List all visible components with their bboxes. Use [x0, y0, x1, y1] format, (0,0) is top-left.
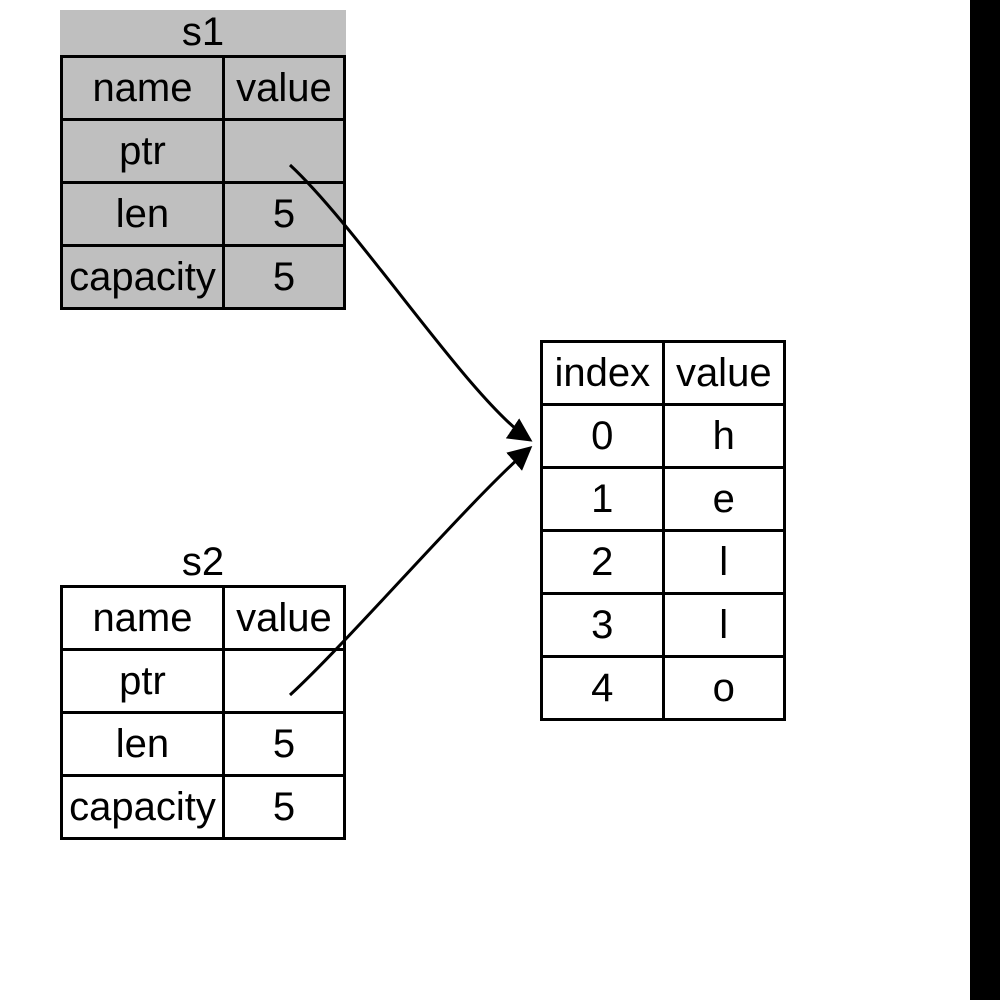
table-row: capacity 5 — [62, 246, 345, 309]
table-row: index value — [542, 342, 785, 405]
header-name: name — [62, 57, 224, 120]
struct-s2: s2 name value ptr len 5 capacity 5 — [60, 540, 346, 840]
header-value: value — [663, 342, 785, 405]
cell-index: 4 — [542, 657, 664, 720]
heap-table: index value 0 h 1 e 2 l 3 l 4 o — [540, 340, 786, 721]
cell-value: 5 — [223, 713, 344, 776]
right-black-bar — [970, 0, 1000, 1000]
cell-name: len — [62, 713, 224, 776]
cell-name: capacity — [62, 776, 224, 839]
header-value: value — [223, 57, 344, 120]
struct-s2-table: name value ptr len 5 capacity 5 — [60, 585, 346, 840]
table-row: 0 h — [542, 405, 785, 468]
cell-name: len — [62, 183, 224, 246]
table-row: 1 e — [542, 468, 785, 531]
struct-s1-title: s1 — [60, 10, 346, 55]
cell-value: l — [663, 594, 785, 657]
table-row: ptr — [62, 120, 345, 183]
cell-value: h — [663, 405, 785, 468]
cell-value: e — [663, 468, 785, 531]
cell-value: 5 — [223, 246, 344, 309]
header-name: name — [62, 587, 224, 650]
header-index: index — [542, 342, 664, 405]
heap-data: index value 0 h 1 e 2 l 3 l 4 o — [540, 340, 786, 721]
struct-s2-title: s2 — [60, 540, 346, 585]
header-value: value — [223, 587, 344, 650]
table-row: 2 l — [542, 531, 785, 594]
table-row: len 5 — [62, 713, 345, 776]
table-row: name value — [62, 57, 345, 120]
cell-value: 5 — [223, 776, 344, 839]
cell-index: 0 — [542, 405, 664, 468]
cell-value: l — [663, 531, 785, 594]
cell-name: ptr — [62, 120, 224, 183]
cell-index: 2 — [542, 531, 664, 594]
struct-s1: s1 name value ptr len 5 capacity 5 — [60, 10, 346, 310]
table-row: len 5 — [62, 183, 345, 246]
cell-value: o — [663, 657, 785, 720]
table-row: name value — [62, 587, 345, 650]
cell-index: 3 — [542, 594, 664, 657]
diagram-canvas: s1 name value ptr len 5 capacity 5 s2 — [0, 0, 1000, 1000]
table-row: 4 o — [542, 657, 785, 720]
cell-value — [223, 120, 344, 183]
cell-value: 5 — [223, 183, 344, 246]
cell-name: capacity — [62, 246, 224, 309]
cell-index: 1 — [542, 468, 664, 531]
table-row: ptr — [62, 650, 345, 713]
struct-s1-table: name value ptr len 5 capacity 5 — [60, 55, 346, 310]
cell-value — [223, 650, 344, 713]
table-row: capacity 5 — [62, 776, 345, 839]
cell-name: ptr — [62, 650, 224, 713]
table-row: 3 l — [542, 594, 785, 657]
